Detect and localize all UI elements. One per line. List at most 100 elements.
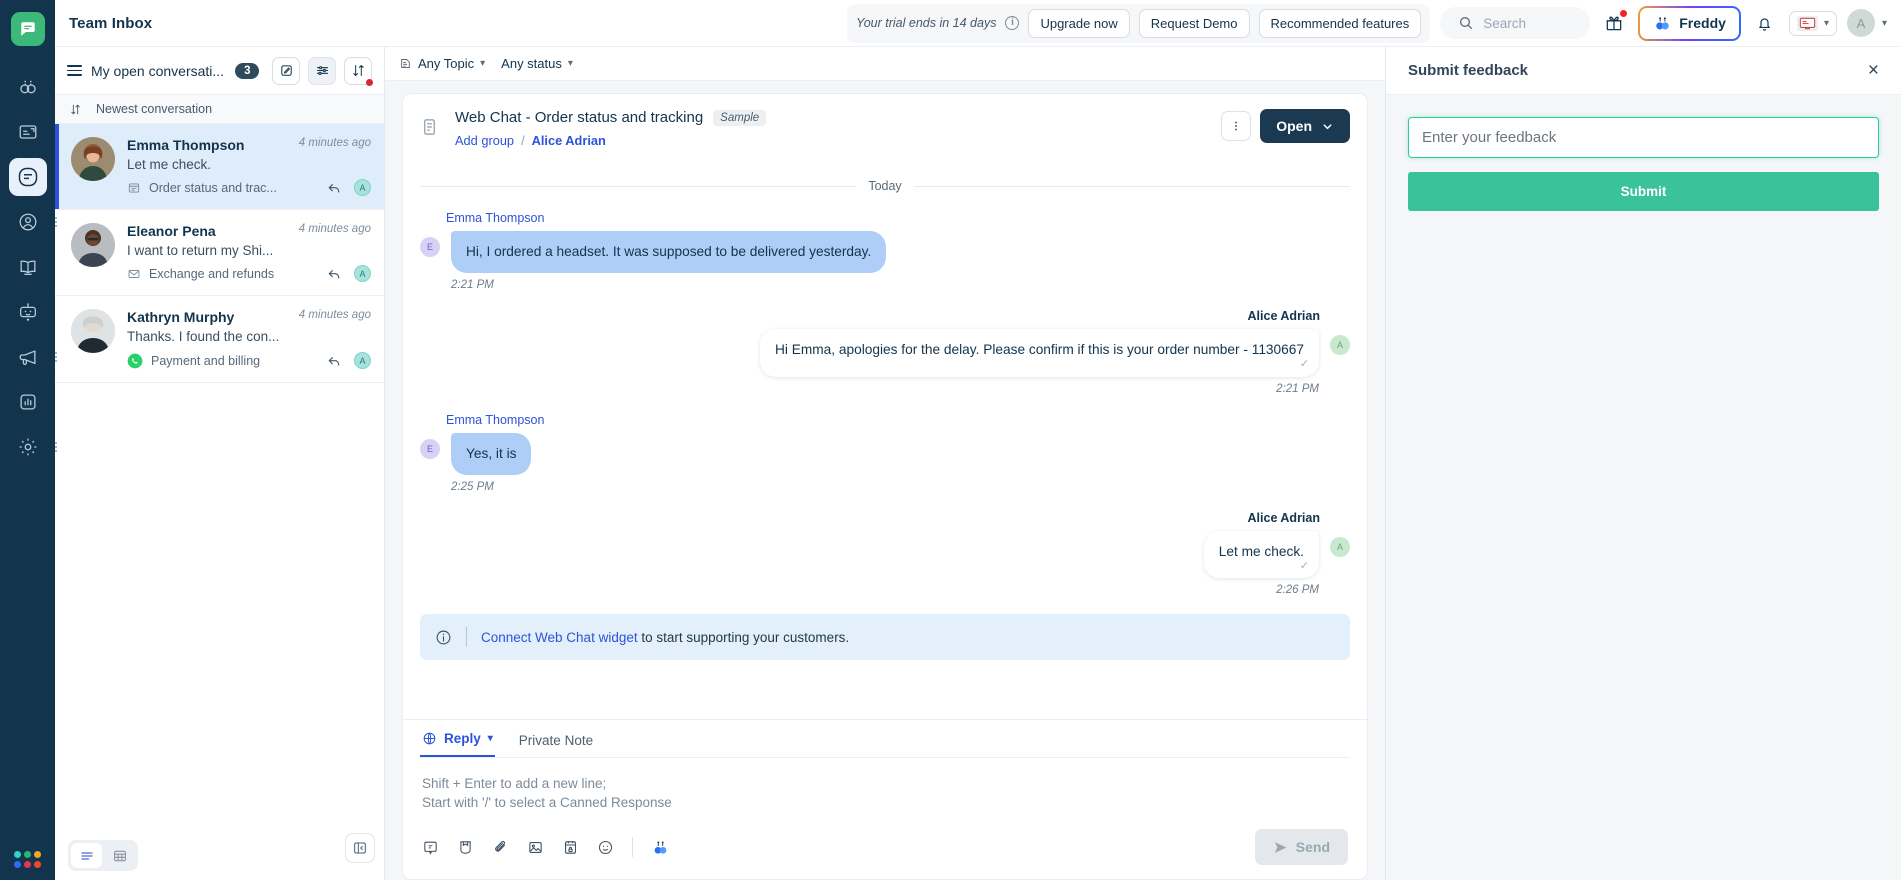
message-preview: Let me check.	[127, 157, 212, 172]
info-icon[interactable]: i	[1005, 16, 1020, 30]
avatar: A	[1330, 536, 1350, 557]
language-selector[interactable]: ▾	[1788, 10, 1837, 36]
tickets-icon	[17, 121, 39, 143]
conversation-view-title[interactable]: My open conversati...	[91, 63, 224, 79]
tab-reply[interactable]: Reply ▾	[420, 720, 495, 757]
flag-icon	[1796, 15, 1818, 31]
notice-tail: to start supporting your customers.	[637, 629, 850, 645]
composer-tabs: Reply ▾ Private Note	[420, 720, 1350, 758]
message-row: Hi Emma, apologies for the delay. Please…	[420, 328, 1350, 377]
reply-icon[interactable]	[326, 353, 342, 369]
assignee-link[interactable]: Alice Adrian	[532, 133, 606, 148]
sidebar-item-contacts[interactable]	[9, 203, 57, 241]
table-view-button[interactable]	[104, 843, 135, 868]
message-row: Let me check. ✓ A	[420, 530, 1350, 579]
sidebar-item-analytics[interactable]	[9, 383, 47, 421]
scenario-icon[interactable]	[562, 839, 579, 856]
message-bubble: Yes, it is	[451, 432, 532, 475]
topic-label: Exchange and refunds	[149, 267, 275, 281]
notifications-button[interactable]	[1751, 9, 1779, 37]
reply-icon[interactable]	[326, 266, 342, 282]
send-button[interactable]: Send	[1254, 829, 1348, 865]
conversation-panel: Any Topic ▾ Any status ▾ Web Chat - Orde…	[385, 47, 1385, 880]
list-view-button[interactable]	[71, 843, 102, 868]
tab-private-note[interactable]: Private Note	[517, 722, 595, 757]
bots-icon	[17, 301, 39, 323]
message-text: Let me check.	[1218, 543, 1304, 559]
solutions-icon[interactable]	[457, 839, 474, 856]
filter-button[interactable]	[308, 56, 336, 85]
menu-icon[interactable]	[67, 64, 82, 77]
reply-icon[interactable]	[326, 180, 342, 196]
list-item[interactable]: Emma Thompson Let me check. Order status…	[55, 124, 384, 210]
search-input[interactable]	[1483, 15, 1573, 31]
canned-response-icon[interactable]	[422, 839, 439, 856]
status-button[interactable]: Open	[1260, 109, 1350, 143]
webchat-icon	[127, 181, 141, 195]
submit-feedback-button[interactable]: Submit	[1408, 172, 1879, 211]
upgrade-now-button[interactable]: Upgrade now	[1028, 8, 1130, 38]
message: Alice Adrian Hi Emma, apologies for the …	[420, 309, 1350, 395]
list-item-meta: 4 minutes ago A	[299, 223, 371, 282]
emoji-icon[interactable]	[597, 839, 614, 856]
list-item[interactable]: Kathryn Murphy Thanks. I found the con..…	[55, 296, 384, 383]
chevron-down-icon: ▾	[567, 58, 573, 69]
sidebar-item-campaigns[interactable]	[9, 338, 57, 376]
topbar-actions: Your trial ends in 14 days i Upgrade now…	[847, 3, 1887, 43]
conversation-list-footer	[55, 831, 384, 880]
conversation-header: Web Chat - Order status and tracking Sam…	[403, 94, 1367, 161]
search-box[interactable]	[1440, 7, 1591, 39]
status-label: Open	[1276, 118, 1312, 134]
app-logo	[10, 12, 45, 46]
compose-button[interactable]	[272, 56, 300, 85]
divider	[466, 627, 467, 648]
sidebar-item-freddy-copilot[interactable]	[9, 68, 47, 106]
avatar	[71, 137, 115, 181]
list-item[interactable]: Eleanor Pena I want to return my Shi... …	[55, 210, 384, 296]
feedback-input[interactable]	[1408, 117, 1879, 158]
recommended-features-button[interactable]: Recommended features	[1258, 8, 1422, 38]
chevron-down-icon: ▾	[1881, 17, 1887, 29]
inbox-icon	[16, 165, 40, 189]
freddy-assist-icon[interactable]	[651, 838, 670, 857]
conversation-list-header: My open conversati... 3	[55, 47, 384, 95]
breadcrumb: Add group / Alice Adrian	[455, 133, 1208, 148]
overflow-dots	[54, 352, 57, 362]
chevron-down-icon	[1321, 120, 1334, 133]
connect-widget-link[interactable]: Connect Web Chat widget	[481, 630, 638, 645]
message: Emma Thompson E Hi, I ordered a headset.…	[420, 211, 1350, 291]
image-icon[interactable]	[527, 839, 544, 856]
collapse-panel-button[interactable]	[345, 833, 375, 863]
sort-label: Newest conversation	[96, 102, 213, 116]
tab-reply-label: Reply	[444, 730, 481, 746]
freddy-button[interactable]: Freddy	[1638, 6, 1741, 41]
sidebar-item-settings[interactable]	[9, 428, 57, 466]
top-bar: Team Inbox Your trial ends in 14 days i …	[55, 0, 1901, 47]
sort-order-button[interactable]	[344, 56, 373, 86]
gift-offers-button[interactable]	[1600, 9, 1628, 37]
more-options-button[interactable]	[1221, 111, 1252, 141]
account-menu[interactable]: A ▾	[1846, 9, 1887, 37]
attachment-icon[interactable]	[492, 839, 509, 856]
sort-bar[interactable]: Newest conversation	[55, 95, 384, 124]
divider	[632, 837, 633, 857]
sidebar-item-team-inbox[interactable]	[8, 158, 47, 196]
status-filter[interactable]: Any status ▾	[501, 56, 573, 71]
close-icon[interactable]: ×	[1868, 61, 1879, 80]
topic-filter[interactable]: Any Topic ▾	[399, 56, 485, 71]
sample-badge: Sample	[713, 109, 767, 126]
message-timestamp: 2:26 PM	[1276, 584, 1319, 597]
sidebar-item-knowledge-base[interactable]	[9, 248, 47, 286]
day-separator: Today	[420, 179, 1351, 193]
panel-collapse-icon	[352, 840, 368, 856]
sidebar-item-bots[interactable]	[9, 293, 47, 331]
request-demo-button[interactable]: Request Demo	[1138, 8, 1250, 38]
composer-placeholder[interactable]: Shift + Enter to add a new line; Start w…	[420, 758, 1350, 813]
topic-icon	[399, 57, 412, 70]
sidebar-item-tickets[interactable]	[9, 113, 47, 151]
composer-placeholder-line2: Start with '/' to select a Canned Respon…	[422, 795, 672, 811]
chevron-down-icon: ▾	[480, 58, 486, 69]
switcher-dots-button[interactable]	[14, 851, 41, 868]
add-group-link[interactable]: Add group	[455, 133, 514, 148]
product-switcher-icon	[14, 851, 41, 868]
